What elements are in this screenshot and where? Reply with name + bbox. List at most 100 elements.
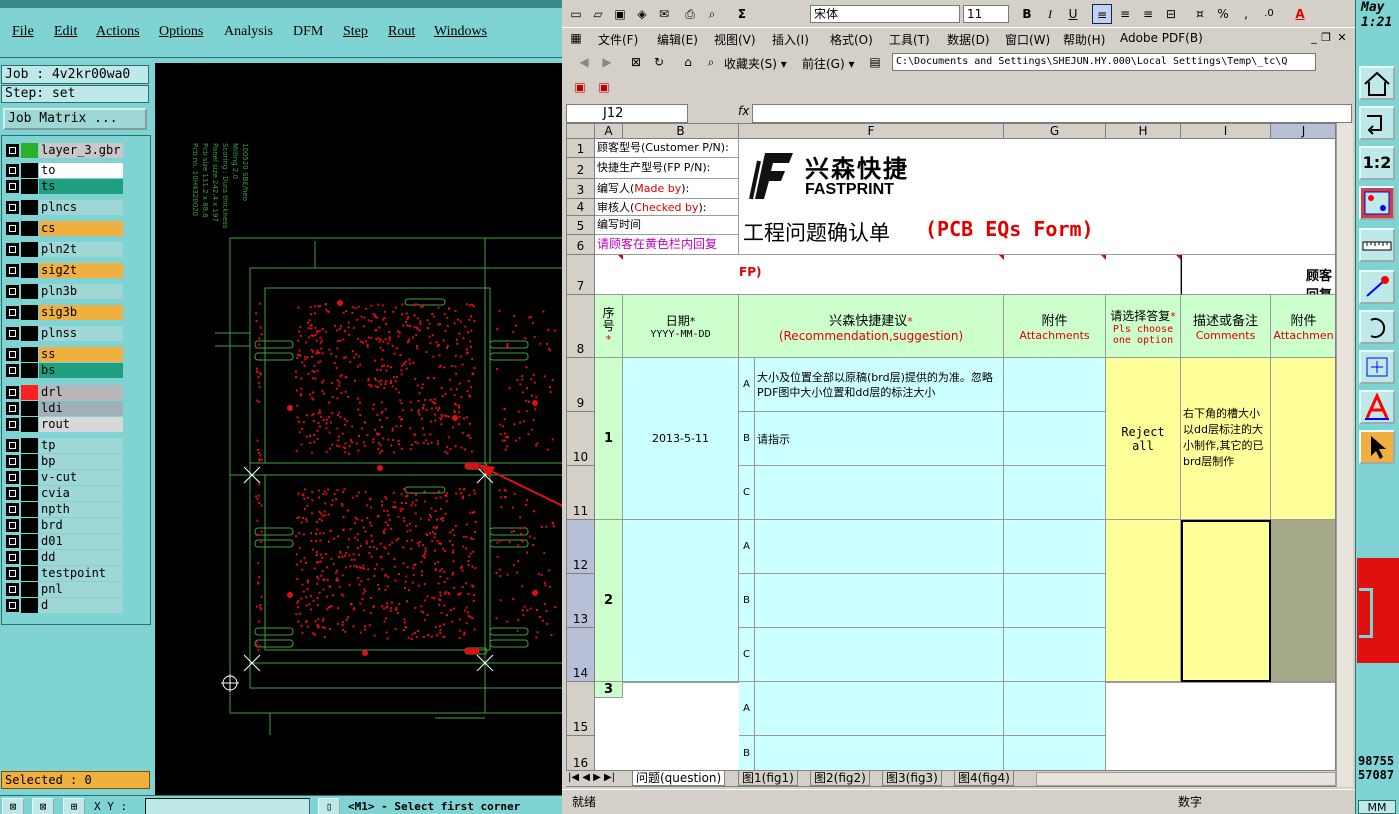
suggestion-cell[interactable]: 大小及位置全部以原稿(brd层)提供的为准。忽略PDF图中大小位置和dd层的标注… — [755, 358, 1004, 412]
select-all-corner[interactable] — [567, 124, 595, 139]
layer-row-pln3b[interactable]: pln3b — [4, 284, 124, 299]
layer-row-brd[interactable]: brd — [4, 518, 124, 533]
excel-menu-item[interactable]: 帮助(H) — [1063, 31, 1105, 48]
attachment-cell[interactable] — [1004, 574, 1106, 628]
item-date[interactable] — [623, 682, 739, 683]
sheet-tab[interactable]: 问题(question) — [632, 771, 726, 786]
customer-reply-header[interactable]: 顾客回复(Custo — [1181, 255, 1335, 295]
layer-row-ts[interactable]: ts — [4, 179, 124, 194]
row-header-12[interactable]: 12 — [567, 520, 595, 574]
ruler-icon[interactable] — [1359, 228, 1395, 262]
row-header-5[interactable]: 5 — [567, 216, 595, 235]
layer-checkbox[interactable] — [6, 471, 19, 484]
date-header[interactable]: 日期* YYYY-MM-DD — [623, 295, 739, 358]
form-title-block[interactable]: 兴森快捷 FASTPRINT 工程问题确认单 (PCB EQs Form) — [739, 139, 1335, 255]
fp-section-header[interactable]: FP) — [595, 255, 1181, 295]
item-number[interactable]: 2 — [595, 520, 623, 682]
sub-label[interactable]: A — [739, 520, 755, 574]
layer-color-swatch[interactable] — [21, 221, 38, 236]
horizontal-scrollbar[interactable] — [1036, 772, 1336, 786]
excel-menu-item[interactable]: 格式(O) — [830, 31, 873, 48]
vertical-scrollbar[interactable] — [1336, 123, 1353, 787]
layer-color-swatch[interactable] — [21, 242, 38, 257]
sheet-tab[interactable]: 图4(fig4) — [954, 771, 1014, 786]
layer-checkbox[interactable] — [6, 599, 19, 612]
layer-checkbox[interactable] — [6, 264, 19, 277]
layer-row-cvia[interactable]: cvia — [4, 486, 124, 501]
layer-color-swatch[interactable] — [21, 470, 38, 485]
font-size-select[interactable]: 11 — [963, 5, 1009, 23]
layer-checkbox[interactable] — [6, 519, 19, 532]
item-number[interactable]: 1 — [595, 358, 623, 520]
excel-app-icon[interactable]: ▦ — [566, 28, 586, 48]
attachment-cell[interactable] — [1004, 682, 1106, 736]
autosum-icon[interactable]: Σ — [732, 4, 752, 24]
formula-bar[interactable] — [752, 104, 1352, 123]
units-label[interactable]: MM — [1358, 800, 1396, 814]
align-center-icon[interactable]: ≡ — [1115, 4, 1135, 24]
decimal-icon[interactable]: .0 — [1259, 4, 1279, 24]
layer-color-swatch[interactable] — [21, 438, 38, 453]
row-header-9[interactable]: 9 — [567, 358, 595, 412]
attachment-cell[interactable] — [1004, 358, 1106, 412]
layer-row-npth[interactable]: npth — [4, 502, 124, 517]
sheet-tab[interactable]: 图2(fig2) — [810, 771, 870, 786]
layer-color-swatch[interactable] — [21, 326, 38, 341]
align-right-icon[interactable]: ≡ — [1138, 4, 1158, 24]
cam-menu-windows[interactable]: Windows — [434, 24, 487, 40]
fp-pn-label[interactable]: 快捷生产型号(FP P/N): — [595, 158, 739, 179]
seq-header[interactable]: 序号 * — [595, 295, 623, 358]
back-icon[interactable]: ◀ — [574, 52, 594, 72]
item-date[interactable] — [623, 520, 739, 682]
layer-row-testpoint[interactable]: testpoint — [4, 566, 124, 581]
close-icon[interactable]: ✕ — [1332, 28, 1352, 48]
italic-icon[interactable]: I — [1040, 4, 1060, 24]
suggestion-header[interactable]: 兴森快捷建议* (Recommendation,suggestion) — [739, 295, 1004, 358]
pcb-graphic-canvas[interactable]: 100520 SB£/heo Milling 2.0 Scoring : Dur… — [155, 63, 562, 795]
excel-menu-item[interactable]: 插入(I) — [772, 31, 809, 48]
print-icon[interactable]: ⎙ — [680, 4, 700, 24]
currency-icon[interactable]: ¤ — [1190, 4, 1210, 24]
job-matrix-button[interactable]: Job Matrix ... — [3, 108, 147, 130]
row-header-16[interactable]: 16 — [567, 736, 595, 770]
layer-color-swatch[interactable] — [21, 417, 38, 432]
reply-choice-cell[interactable]: Reject all — [1106, 358, 1181, 520]
layer-row-v-cut[interactable]: v-cut — [4, 470, 124, 485]
layer-row-sig2t[interactable]: sig2t — [4, 263, 124, 278]
excel-menu-item[interactable]: Adobe PDF(B) — [1120, 31, 1203, 45]
attachment-header[interactable]: 附件 Attachments — [1004, 295, 1106, 358]
suggestion-cell[interactable] — [755, 628, 1004, 682]
row-header-13[interactable]: 13 — [567, 574, 595, 628]
layer-color-swatch[interactable] — [21, 486, 38, 501]
goto-menu[interactable]: 前往(G) ▾ — [802, 55, 855, 72]
attachment-cell[interactable] — [1004, 628, 1106, 682]
sub-label[interactable]: B — [739, 736, 755, 770]
layer-row-pln2t[interactable]: pln2t — [4, 242, 124, 257]
layer-color-swatch[interactable] — [21, 534, 38, 549]
bold-icon[interactable]: B — [1017, 4, 1037, 24]
layer-checkbox[interactable] — [6, 348, 19, 361]
sheet-tab[interactable]: 图3(fig3) — [882, 771, 942, 786]
layer-row-cs[interactable]: cs — [4, 221, 124, 236]
layer-color-swatch[interactable] — [21, 179, 38, 194]
layer-color-swatch[interactable] — [21, 566, 38, 581]
customer-reply-note[interactable]: 请顾客在黄色栏内回复 — [595, 235, 739, 255]
row-header-15[interactable]: 15 — [567, 682, 595, 736]
pdf-convert-icon[interactable]: ▣ — [570, 77, 590, 97]
sub-label[interactable]: B — [739, 574, 755, 628]
layer-color-swatch[interactable] — [21, 263, 38, 278]
suggestion-cell[interactable] — [755, 682, 1004, 736]
comma-icon[interactable]: , — [1236, 4, 1256, 24]
layer-color-swatch[interactable] — [21, 385, 38, 400]
layer-row-bp[interactable]: bp — [4, 454, 124, 469]
suggestion-cell[interactable] — [755, 574, 1004, 628]
permission-icon[interactable]: ◈ — [632, 4, 652, 24]
row-header-6[interactable]: 6 — [567, 235, 595, 255]
layer-color-swatch[interactable] — [21, 284, 38, 299]
column-header-B[interactable]: B — [623, 124, 739, 139]
attachment2-header[interactable]: 附件 Attachmen — [1271, 295, 1335, 358]
align-left-icon[interactable]: ≡ — [1092, 4, 1112, 24]
xy-input[interactable] — [145, 798, 310, 814]
home-view-icon[interactable] — [1359, 66, 1395, 100]
show-web-toolbar-icon[interactable]: ▤ — [865, 52, 885, 72]
